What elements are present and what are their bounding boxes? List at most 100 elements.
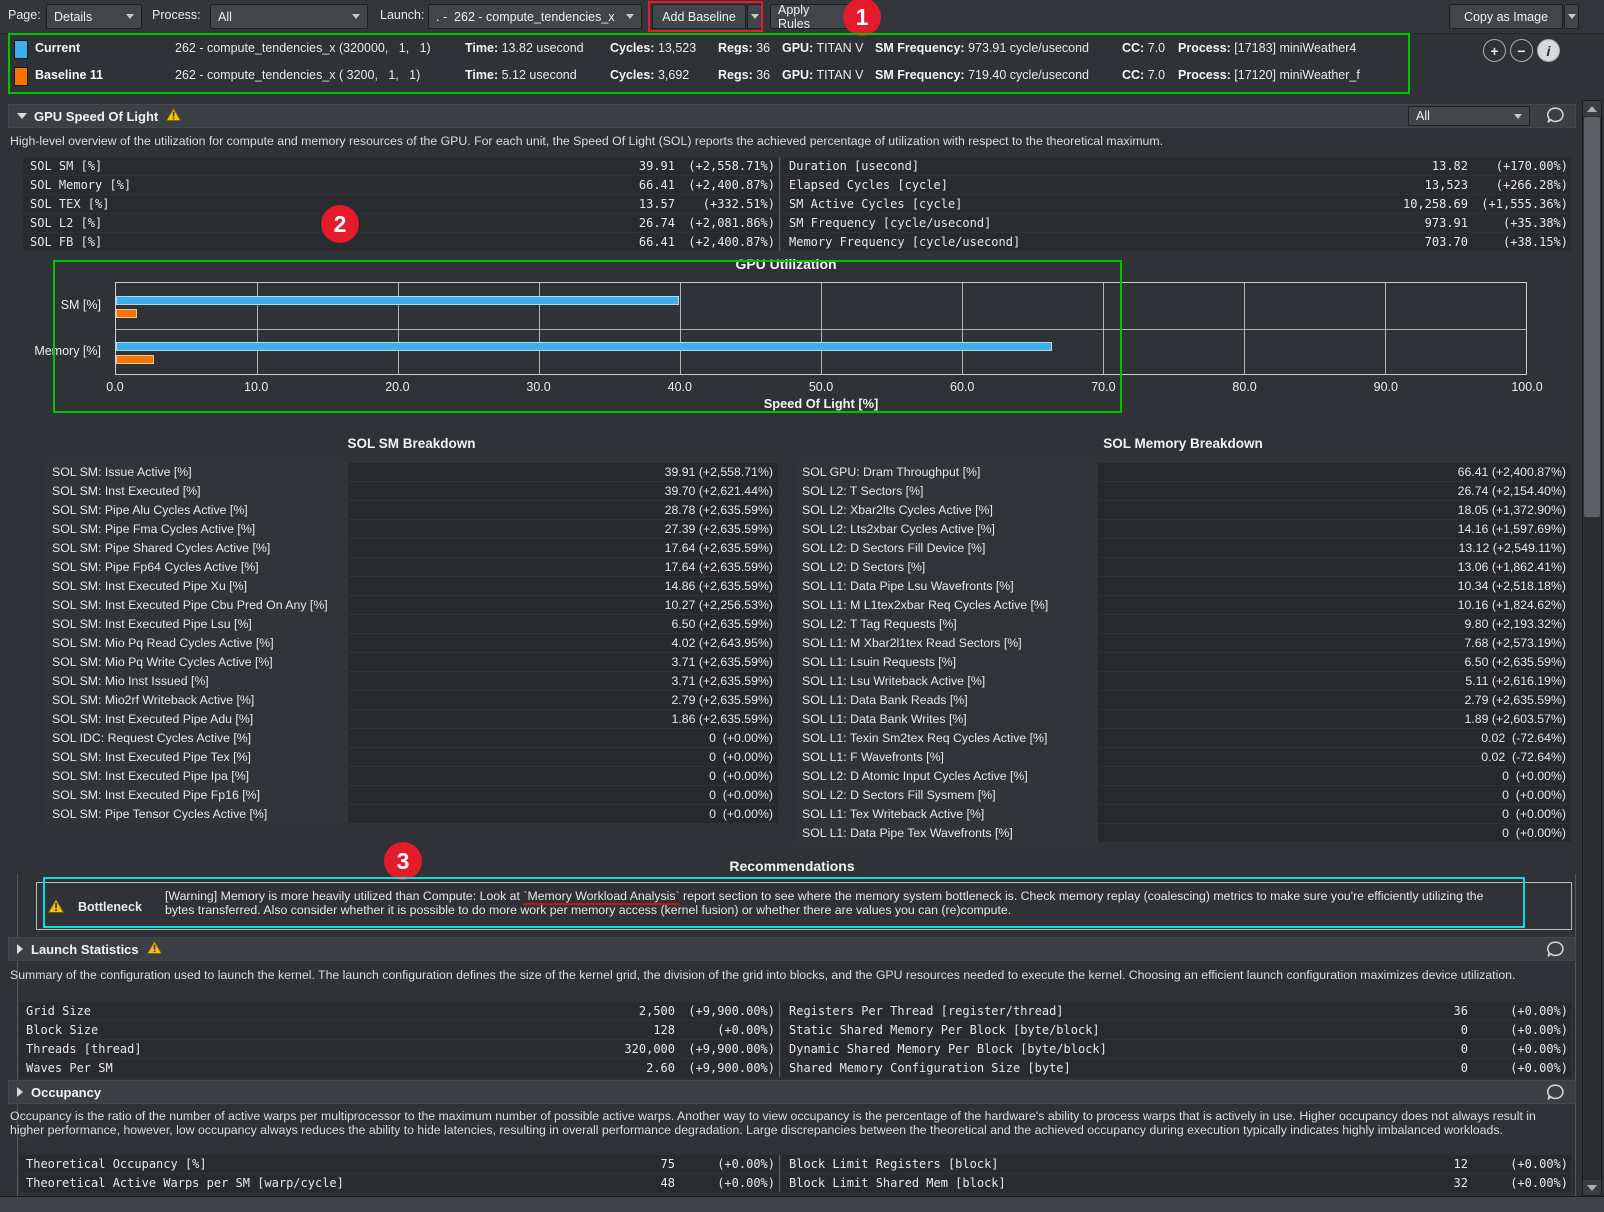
table-row[interactable]: SOL SM: Mio Pq Write Cycles Active [%]3.… [45,653,778,671]
comment-icon[interactable] [1546,107,1565,129]
launch-select[interactable]: . - 262 - compute_tendencies_x [428,4,642,29]
baseline-kernel-row[interactable]: Baseline 11 262 - compute_tendencies_x (… [0,63,1470,90]
table-row[interactable]: SM Frequency [cycle/usecond]973.91(+35.3… [782,214,1571,232]
metric-value: 1.86 (+2,635.59%) [348,710,778,728]
scrollbar-thumb[interactable] [1584,117,1600,517]
table-row[interactable]: SOL L1: Data Bank Reads [%]2.79 (+2,635.… [795,691,1571,709]
bottleneck-rule-box: Bottleneck [Warning] Memory is more heav… [36,882,1572,930]
table-row[interactable]: SOL L2 [%]26.74(+2,081.86%) [23,214,778,232]
arrow-up-icon [1587,106,1597,112]
table-row[interactable]: SOL L2: T Sectors [%]26.74 (+2,154.40%) [795,482,1571,500]
table-row[interactable]: Duration [usecond]13.82(+170.00%) [782,157,1571,175]
table-row[interactable]: SOL GPU: Dram Throughput [%]66.41 (+2,40… [795,463,1571,481]
sol-memory-breakdown-table: SOL GPU: Dram Throughput [%]66.41 (+2,40… [795,463,1571,843]
metric-name: SOL L2: T Tag Requests [%] [795,615,1098,633]
table-row[interactable]: SOL FB [%]66.41(+2,400.87%) [23,233,778,251]
table-row[interactable]: SOL L1: Data Pipe Lsu Wavefronts [%]10.3… [795,577,1571,595]
zoom-in-button[interactable]: + [1483,39,1506,62]
add-baseline-button[interactable]: Add Baseline [652,4,746,29]
table-row[interactable]: SOL SM: Pipe Alu Cycles Active [%]28.78 … [45,501,778,519]
table-row[interactable]: Block Limit Registers [block]12(+0.00%) [782,1155,1571,1173]
table-row[interactable]: SOL Memory [%]66.41(+2,400.87%) [23,176,778,194]
table-row[interactable]: Memory Frequency [cycle/usecond]703.70(+… [782,233,1571,251]
section-header-gpu-speed-of-light[interactable]: GPU Speed Of Light [8,104,1576,128]
table-row[interactable]: SOL SM: Inst Executed [%]39.70 (+2,621.4… [45,482,778,500]
table-row[interactable]: Block Size128(+0.00%) [19,1021,778,1039]
table-row[interactable]: SM Active Cycles [cycle]10,258.69(+1,555… [782,195,1571,213]
table-row[interactable]: Waves Per SM2.60(+9,900.00%) [19,1059,778,1077]
table-row[interactable]: SOL SM: Mio Inst Issued [%]3.71 (+2,635.… [45,672,778,690]
table-row[interactable]: SOL SM: Inst Executed Pipe Lsu [%]6.50 (… [45,615,778,633]
table-row[interactable]: SOL L2: D Sectors [%]13.06 (+1,862.41%) [795,558,1571,576]
table-row[interactable]: SOL SM: Inst Executed Pipe Tex [%]0 (+0.… [45,748,778,766]
table-row[interactable]: SOL L1: Data Bank Writes [%]1.89 (+2,603… [795,710,1571,728]
table-row[interactable]: SOL SM: Inst Executed Pipe Xu [%]14.86 (… [45,577,778,595]
table-row[interactable]: Grid Size2,500(+9,900.00%) [19,1002,778,1020]
info-button[interactable]: i [1537,39,1560,62]
copy-as-image-button[interactable]: Copy as Image [1449,4,1563,29]
table-row[interactable]: SOL SM: Mio Pq Read Cycles Active [%]4.0… [45,634,778,652]
metric-value: 3.71 (+2,635.59%) [348,672,778,690]
table-row[interactable]: SOL SM: Pipe Fma Cycles Active [%]27.39 … [45,520,778,538]
table-row[interactable]: Dynamic Shared Memory Per Block [byte/bl… [782,1040,1571,1058]
sol-filter-select[interactable]: All [1408,106,1530,126]
table-row[interactable]: SOL SM: Mio2rf Writeback Active [%]2.79 … [45,691,778,709]
current-color-swatch[interactable] [14,40,28,59]
chart-category-label: SM [%] [61,298,101,312]
current-kernel-row[interactable]: Current 262 - compute_tendencies_x (3200… [0,36,1470,63]
copy-as-image-dropdown-button[interactable] [1564,4,1579,29]
table-row[interactable]: SOL L1: M Xbar2l1tex Read Sectors [%]7.6… [795,634,1571,652]
table-row[interactable]: SOL SM: Pipe Fp64 Cycles Active [%]17.64… [45,558,778,576]
metric-name: SOL SM: Mio Pq Write Cycles Active [%] [45,653,348,671]
table-row[interactable]: SOL L1: M L1tex2xbar Req Cycles Active [… [795,596,1571,614]
table-row[interactable]: SOL SM: Inst Executed Pipe Fp16 [%]0 (+0… [45,786,778,804]
table-row[interactable]: Shared Memory Configuration Size [byte]0… [782,1059,1571,1077]
table-row[interactable]: SOL SM: Issue Active [%]39.91 (+2,558.71… [45,463,778,481]
table-row[interactable]: Threads [thread]320,000(+9,900.00%) [19,1040,778,1058]
table-row[interactable]: Theoretical Active Warps per SM [warp/cy… [19,1174,778,1192]
scrollbar-up-button[interactable] [1583,101,1601,116]
table-row[interactable]: Elapsed Cycles [cycle]13,523(+266.28%) [782,176,1571,194]
table-row[interactable]: SOL SM: Inst Executed Pipe Adu [%]1.86 (… [45,710,778,728]
table-row[interactable]: SOL L2: T Tag Requests [%]9.80 (+2,193.3… [795,615,1571,633]
table-row[interactable]: Theoretical Occupancy [%]75(+0.00%) [19,1155,778,1173]
table-row[interactable]: SOL L1: Tex Writeback Active [%]0 (+0.00… [795,805,1571,823]
scrollbar-down-button[interactable] [1583,1180,1601,1195]
section-header-occupancy[interactable]: Occupancy [8,1080,1576,1104]
table-row[interactable]: SOL L1: Texin Sm2tex Req Cycles Active [… [795,729,1571,747]
comment-icon[interactable] [1546,941,1565,963]
table-row[interactable]: SOL L1: Data Pipe Tex Wavefronts [%]0 (+… [795,824,1571,842]
table-row[interactable]: SOL SM: Pipe Shared Cycles Active [%]17.… [45,539,778,557]
time-value: 5.12 usecond [502,68,577,82]
table-row[interactable]: SOL L1: F Wavefronts [%]0.02 (-72.64%) [795,748,1571,766]
metric-value: 0.02 (-72.64%) [1098,729,1571,747]
add-baseline-dropdown-button[interactable] [747,4,762,29]
table-row[interactable]: SOL SM: Inst Executed Pipe Cbu Pred On A… [45,596,778,614]
table-row[interactable]: SOL L1: Lsu Writeback Active [%]5.11 (+2… [795,672,1571,690]
gpu-label: GPU: [782,68,813,82]
baseline-color-swatch[interactable] [14,67,28,86]
table-row[interactable]: SOL L2: Lts2xbar Cycles Active [%]14.16 … [795,520,1571,538]
sol-description: High-level overview of the utilization f… [10,135,1565,149]
table-row[interactable]: SOL SM: Inst Executed Pipe Ipa [%]0 (+0.… [45,767,778,785]
process-select[interactable]: All [210,4,368,29]
table-row[interactable]: Block Limit Shared Mem [block]32(+0.00%) [782,1174,1571,1192]
sol-filter-value: All [1416,109,1508,123]
table-row[interactable]: SOL L2: D Sectors Fill Device [%]13.12 (… [795,539,1571,557]
section-header-launch-statistics[interactable]: Launch Statistics [8,937,1576,961]
table-row[interactable]: SOL SM: Pipe Tensor Cycles Active [%]0 (… [45,805,778,823]
table-row[interactable]: Registers Per Thread [register/thread]36… [782,1002,1571,1020]
table-row[interactable]: SOL L2: Xbar2lts Cycles Active [%]18.05 … [795,501,1571,519]
zoom-out-button[interactable]: − [1510,39,1533,62]
table-row[interactable]: SOL TEX [%]13.57(+332.51%) [23,195,778,213]
table-row[interactable]: Static Shared Memory Per Block [byte/blo… [782,1021,1571,1039]
table-row[interactable]: SOL L1: Lsuin Requests [%]6.50 (+2,635.5… [795,653,1571,671]
apply-rules-button[interactable]: Apply Rules [770,4,848,29]
metric-name: SOL SM: Inst Executed Pipe Ipa [%] [45,767,348,785]
table-row[interactable]: SOL IDC: Request Cycles Active [%]0 (+0.… [45,729,778,747]
page-select[interactable]: Details [46,4,142,29]
table-row[interactable]: SOL SM [%]39.91(+2,558.71%) [23,157,778,175]
comment-icon[interactable] [1546,1084,1565,1106]
table-row[interactable]: SOL L2: D Atomic Input Cycles Active [%]… [795,767,1571,785]
table-row[interactable]: SOL L2: D Sectors Fill Sysmem [%]0 (+0.0… [795,786,1571,804]
